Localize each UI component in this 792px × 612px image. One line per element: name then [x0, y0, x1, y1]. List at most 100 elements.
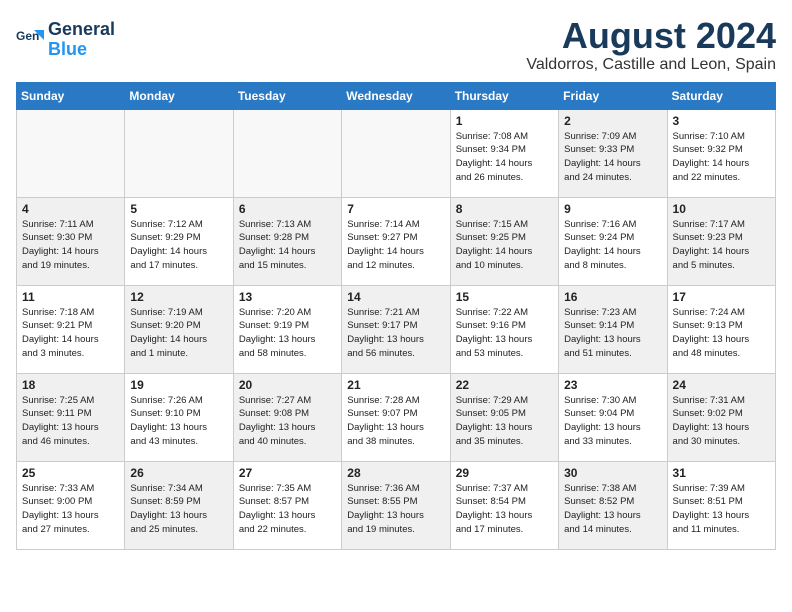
calendar-week-row: 4 Sunrise: 7:11 AM Sunset: 9:30 PM Daylig… [17, 197, 776, 285]
day-number: 10 [673, 202, 770, 216]
day-info: Sunrise: 7:29 AM Sunset: 9:05 PM Dayligh… [456, 394, 553, 449]
day-info: Sunrise: 7:24 AM Sunset: 9:13 PM Dayligh… [673, 306, 770, 361]
table-row: 5 Sunrise: 7:12 AM Sunset: 9:29 PM Daylig… [125, 197, 233, 285]
table-row: 13 Sunrise: 7:20 AM Sunset: 9:19 PM Dayli… [233, 285, 341, 373]
table-row: 29 Sunrise: 7:37 AM Sunset: 8:54 PM Dayli… [450, 461, 558, 549]
table-row: 21 Sunrise: 7:28 AM Sunset: 9:07 PM Dayli… [342, 373, 450, 461]
day-info: Sunrise: 7:09 AM Sunset: 9:33 PM Dayligh… [564, 130, 661, 185]
table-row: 23 Sunrise: 7:30 AM Sunset: 9:04 PM Dayli… [559, 373, 667, 461]
day-info: Sunrise: 7:21 AM Sunset: 9:17 PM Dayligh… [347, 306, 444, 361]
day-number: 25 [22, 466, 119, 480]
page-header: Gen General Blue August 2024 Valdorros, … [16, 16, 776, 74]
day-number: 27 [239, 466, 336, 480]
day-number: 21 [347, 378, 444, 392]
table-row: 16 Sunrise: 7:23 AM Sunset: 9:14 PM Dayli… [559, 285, 667, 373]
day-info: Sunrise: 7:20 AM Sunset: 9:19 PM Dayligh… [239, 306, 336, 361]
day-info: Sunrise: 7:26 AM Sunset: 9:10 PM Dayligh… [130, 394, 227, 449]
header-sunday: Sunday [17, 82, 125, 109]
table-row: 19Sunrise: 7:26 AM Sunset: 9:10 PM Dayli… [125, 373, 233, 461]
day-number: 23 [564, 378, 661, 392]
day-info: Sunrise: 7:08 AM Sunset: 9:34 PM Dayligh… [456, 130, 553, 185]
calendar-week-row: 25 Sunrise: 7:33 AM Sunset: 9:00 PM Dayli… [17, 461, 776, 549]
table-row: 12 Sunrise: 7:19 AM Sunset: 9:20 PM Dayli… [125, 285, 233, 373]
table-row: 15Sunrise: 7:22 AM Sunset: 9:16 PM Dayli… [450, 285, 558, 373]
table-row [125, 109, 233, 197]
day-info: Sunrise: 7:27 AM Sunset: 9:08 PM Dayligh… [239, 394, 336, 449]
table-row: 24 Sunrise: 7:31 AM Sunset: 9:02 PM Dayli… [667, 373, 775, 461]
day-info: Sunrise: 7:23 AM Sunset: 9:14 PM Dayligh… [564, 306, 661, 361]
day-number: 6 [239, 202, 336, 216]
header-monday: Monday [125, 82, 233, 109]
table-row: 28Sunrise: 7:36 AM Sunset: 8:55 PM Dayli… [342, 461, 450, 549]
day-info: Sunrise: 7:16 AM Sunset: 9:24 PM Dayligh… [564, 218, 661, 273]
table-row: 6 Sunrise: 7:13 AM Sunset: 9:28 PM Daylig… [233, 197, 341, 285]
logo-icon: Gen [16, 26, 44, 54]
day-info: Sunrise: 7:37 AM Sunset: 8:54 PM Dayligh… [456, 482, 553, 537]
day-number: 24 [673, 378, 770, 392]
day-info: Sunrise: 7:31 AM Sunset: 9:02 PM Dayligh… [673, 394, 770, 449]
day-number: 17 [673, 290, 770, 304]
day-number: 14 [347, 290, 444, 304]
table-row: 11 Sunrise: 7:18 AM Sunset: 9:21 PM Dayli… [17, 285, 125, 373]
table-row: 3Sunrise: 7:10 AM Sunset: 9:32 PM Daylig… [667, 109, 775, 197]
table-row: 9 Sunrise: 7:16 AM Sunset: 9:24 PM Daylig… [559, 197, 667, 285]
table-row: 10Sunrise: 7:17 AM Sunset: 9:23 PM Dayli… [667, 197, 775, 285]
day-info: Sunrise: 7:15 AM Sunset: 9:25 PM Dayligh… [456, 218, 553, 273]
table-row: 31Sunrise: 7:39 AM Sunset: 8:51 PM Dayli… [667, 461, 775, 549]
table-row: 22 Sunrise: 7:29 AM Sunset: 9:05 PM Dayli… [450, 373, 558, 461]
day-info: Sunrise: 7:12 AM Sunset: 9:29 PM Dayligh… [130, 218, 227, 273]
day-number: 22 [456, 378, 553, 392]
logo: Gen General Blue [16, 20, 115, 60]
day-number: 5 [130, 202, 227, 216]
day-number: 12 [130, 290, 227, 304]
calendar-table: Sunday Monday Tuesday Wednesday Thursday… [16, 82, 776, 550]
table-row: 27 Sunrise: 7:35 AM Sunset: 8:57 PM Dayli… [233, 461, 341, 549]
day-info: Sunrise: 7:38 AM Sunset: 8:52 PM Dayligh… [564, 482, 661, 537]
day-number: 4 [22, 202, 119, 216]
day-number: 9 [564, 202, 661, 216]
day-number: 15 [456, 290, 553, 304]
day-number: 8 [456, 202, 553, 216]
day-number: 31 [673, 466, 770, 480]
day-number: 1 [456, 114, 553, 128]
header-friday: Friday [559, 82, 667, 109]
day-number: 2 [564, 114, 661, 128]
table-row: 1 Sunrise: 7:08 AM Sunset: 9:34 PM Daylig… [450, 109, 558, 197]
day-info: Sunrise: 7:14 AM Sunset: 9:27 PM Dayligh… [347, 218, 444, 273]
day-number: 7 [347, 202, 444, 216]
table-row [233, 109, 341, 197]
day-number: 16 [564, 290, 661, 304]
header-saturday: Saturday [667, 82, 775, 109]
day-info: Sunrise: 7:33 AM Sunset: 9:00 PM Dayligh… [22, 482, 119, 537]
table-row: 18Sunrise: 7:25 AM Sunset: 9:11 PM Dayli… [17, 373, 125, 461]
table-row: 17 Sunrise: 7:24 AM Sunset: 9:13 PM Dayli… [667, 285, 775, 373]
day-number: 29 [456, 466, 553, 480]
day-info: Sunrise: 7:11 AM Sunset: 9:30 PM Dayligh… [22, 218, 119, 273]
calendar-week-row: 11 Sunrise: 7:18 AM Sunset: 9:21 PM Dayli… [17, 285, 776, 373]
day-info: Sunrise: 7:19 AM Sunset: 9:20 PM Dayligh… [130, 306, 227, 361]
day-info: Sunrise: 7:35 AM Sunset: 8:57 PM Dayligh… [239, 482, 336, 537]
table-row: 30Sunrise: 7:38 AM Sunset: 8:52 PM Dayli… [559, 461, 667, 549]
day-number: 18 [22, 378, 119, 392]
calendar-week-row: 1 Sunrise: 7:08 AM Sunset: 9:34 PM Daylig… [17, 109, 776, 197]
table-row: 26Sunrise: 7:34 AM Sunset: 8:59 PM Dayli… [125, 461, 233, 549]
logo-name: General Blue [48, 20, 115, 60]
day-number: 20 [239, 378, 336, 392]
day-number: 26 [130, 466, 227, 480]
day-info: Sunrise: 7:28 AM Sunset: 9:07 PM Dayligh… [347, 394, 444, 449]
table-row: 8 Sunrise: 7:15 AM Sunset: 9:25 PM Daylig… [450, 197, 558, 285]
table-row: 25 Sunrise: 7:33 AM Sunset: 9:00 PM Dayli… [17, 461, 125, 549]
day-number: 13 [239, 290, 336, 304]
day-number: 11 [22, 290, 119, 304]
day-info: Sunrise: 7:36 AM Sunset: 8:55 PM Dayligh… [347, 482, 444, 537]
calendar-header-row: Sunday Monday Tuesday Wednesday Thursday… [17, 82, 776, 109]
day-info: Sunrise: 7:18 AM Sunset: 9:21 PM Dayligh… [22, 306, 119, 361]
header-thursday: Thursday [450, 82, 558, 109]
day-info: Sunrise: 7:13 AM Sunset: 9:28 PM Dayligh… [239, 218, 336, 273]
table-row: 14 Sunrise: 7:21 AM Sunset: 9:17 PM Dayli… [342, 285, 450, 373]
header-tuesday: Tuesday [233, 82, 341, 109]
day-number: 3 [673, 114, 770, 128]
day-info: Sunrise: 7:30 AM Sunset: 9:04 PM Dayligh… [564, 394, 661, 449]
title-block: August 2024 Valdorros, Castille and Leon… [526, 16, 776, 74]
table-row [17, 109, 125, 197]
